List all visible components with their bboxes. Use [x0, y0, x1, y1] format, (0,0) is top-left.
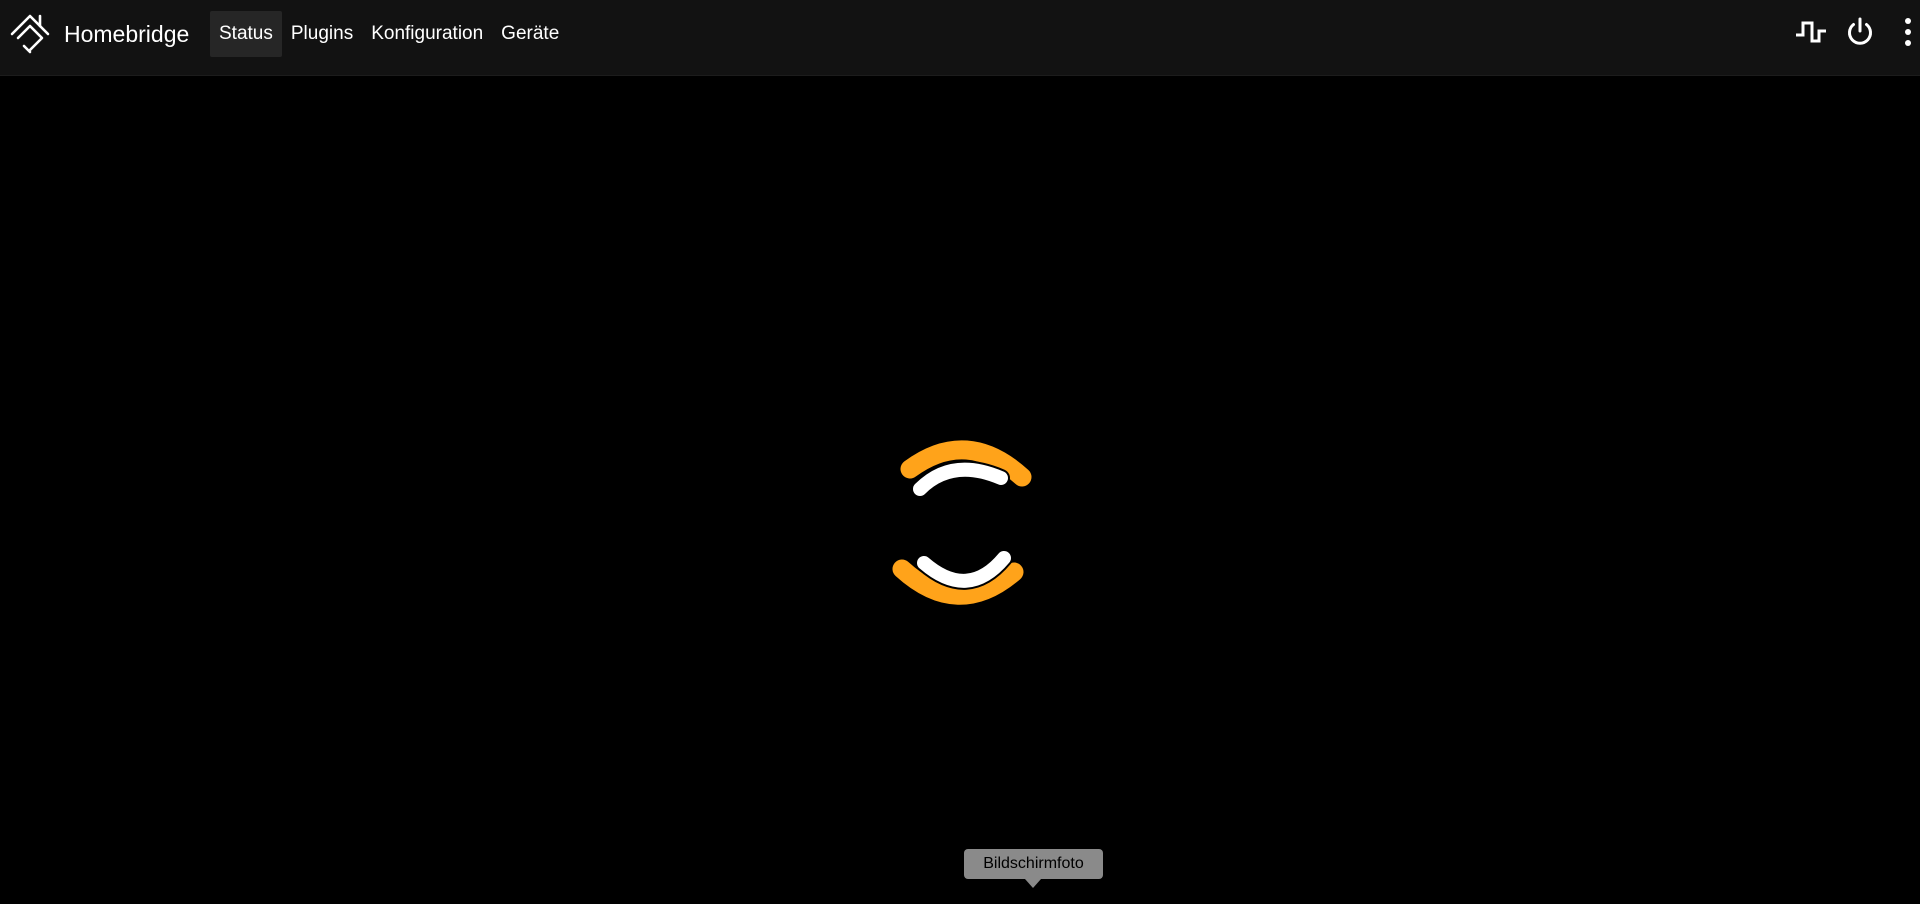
screenshot-tooltip: Bildschirmfoto: [964, 849, 1103, 879]
nav-geraete[interactable]: Geräte: [492, 11, 568, 57]
top-navbar: Homebridge Status Plugins Konfiguration …: [0, 0, 1920, 76]
nav-status[interactable]: Status: [210, 11, 282, 57]
nav-konfiguration[interactable]: Konfiguration: [362, 11, 492, 57]
pulse-icon[interactable]: [1794, 15, 1828, 49]
tooltip-arrow: [1025, 879, 1041, 888]
more-vertical-icon[interactable]: [1898, 15, 1920, 49]
power-icon[interactable]: [1843, 15, 1877, 49]
brand-link[interactable]: Homebridge: [10, 12, 189, 56]
homebridge-logo-icon: [10, 14, 50, 54]
nav-plugins[interactable]: Plugins: [282, 11, 362, 57]
main-nav: Status Plugins Konfiguration Geräte: [210, 11, 568, 57]
loading-spinner: [890, 435, 1040, 615]
app-name: Homebridge: [64, 20, 190, 47]
spinner-arc-upper-inner: [913, 462, 1008, 496]
